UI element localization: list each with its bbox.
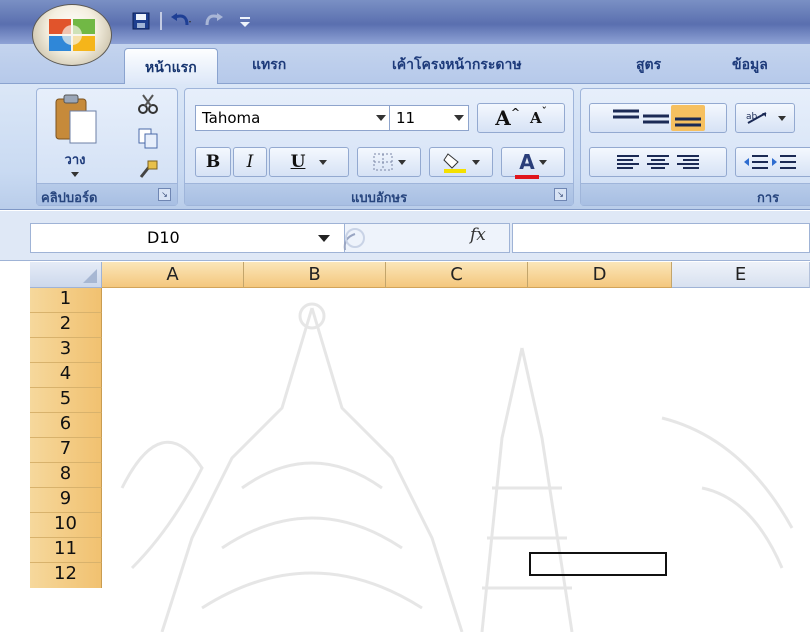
cancel-formula-icon[interactable] [341, 224, 371, 252]
fill-color-button[interactable] [429, 147, 493, 177]
grow-font-button[interactable]: A [495, 106, 511, 130]
office-logo-icon [49, 19, 95, 51]
chevron-down-icon[interactable] [778, 115, 786, 121]
tab-data[interactable]: ข้อมูล [732, 54, 768, 76]
font-color-label: A [519, 150, 535, 174]
quick-access-toolbar [128, 8, 258, 34]
row-header[interactable]: 10 [30, 513, 102, 538]
paste-label: วาง [64, 153, 86, 168]
ribbon: วาง คลิปบอร์ด ↘ Tahoma 11 A ^ A ˇ B I U … [0, 84, 810, 210]
clipboard-group: วาง คลิปบอร์ด ↘ [36, 88, 178, 206]
row-header[interactable]: 6 [30, 413, 102, 438]
borders-icon [373, 153, 393, 171]
formula-bar: D10 fx [0, 211, 810, 261]
font-name-combo[interactable]: Tahoma [195, 105, 391, 131]
row-header[interactable]: 1 [30, 288, 102, 313]
row-header[interactable]: 4 [30, 363, 102, 388]
column-header[interactable]: E [672, 262, 810, 288]
cut-icon[interactable] [137, 93, 161, 117]
column-header[interactable]: A [102, 262, 244, 288]
svg-text:ab: ab [746, 112, 758, 122]
row-header[interactable]: 9 [30, 488, 102, 513]
tab-insert[interactable]: แทรก [252, 54, 286, 76]
paste-button[interactable]: วาง [45, 93, 105, 177]
align-bottom-icon[interactable] [671, 105, 705, 131]
align-right-icon[interactable] [673, 151, 703, 173]
orientation-button[interactable]: ab [735, 103, 795, 133]
title-bar [0, 0, 810, 44]
bold-button[interactable]: B [195, 147, 231, 177]
align-left-icon[interactable] [613, 151, 643, 173]
font-group: Tahoma 11 A ^ A ˇ B I U A แบบอักษร ↘ [184, 88, 574, 206]
font-launcher-icon[interactable]: ↘ [554, 188, 567, 201]
redo-icon[interactable] [200, 10, 226, 32]
decrease-indent-icon[interactable] [742, 151, 770, 173]
spreadsheet-grid: A B C D E 1 2 3 4 5 6 7 8 9 10 11 12 [30, 262, 810, 632]
fill-bucket-icon [443, 153, 466, 173]
font-group-label: แบบอักษร [185, 183, 573, 206]
office-button[interactable] [32, 4, 112, 66]
horizontal-align-buttons [589, 147, 727, 177]
row-header[interactable]: 3 [30, 338, 102, 363]
font-size-buttons: A ^ A ˇ [477, 103, 565, 133]
underline-label: U [290, 152, 306, 172]
column-header[interactable]: C [386, 262, 528, 288]
chevron-down-icon[interactable] [472, 159, 480, 165]
row-header[interactable]: 11 [30, 538, 102, 563]
save-icon[interactable] [128, 10, 154, 32]
indent-buttons [735, 147, 810, 177]
customize-icon[interactable] [232, 10, 258, 32]
increase-indent-icon[interactable] [770, 151, 798, 173]
copy-icon[interactable] [137, 127, 161, 151]
insert-function-button[interactable]: fx [470, 225, 486, 245]
font-size-combo[interactable]: 11 [389, 105, 469, 131]
chevron-down-icon[interactable] [376, 115, 386, 121]
row-header[interactable]: 12 [30, 563, 102, 588]
format-painter-icon[interactable] [137, 159, 161, 183]
chevron-down-icon[interactable] [398, 159, 406, 165]
underline-button[interactable]: U [269, 147, 349, 177]
chevron-down-icon[interactable] [319, 159, 328, 165]
font-color-button[interactable]: A [501, 147, 565, 179]
tab-page-layout[interactable]: เค้าโครงหน้ากระดาษ [392, 54, 522, 76]
formula-input[interactable] [512, 223, 810, 253]
align-top-icon[interactable] [611, 107, 641, 129]
alignment-group-label: การ [581, 183, 810, 206]
clipboard-launcher-icon[interactable]: ↘ [158, 188, 171, 201]
paste-dropdown-icon[interactable] [71, 172, 79, 177]
column-header[interactable]: B [244, 262, 386, 288]
row-header[interactable]: 7 [30, 438, 102, 463]
vertical-align-buttons [589, 103, 727, 133]
borders-button[interactable] [357, 147, 421, 177]
chevron-down-icon[interactable] [454, 115, 464, 121]
name-box[interactable]: D10 [30, 223, 350, 253]
alignment-group: ab การ [580, 88, 810, 206]
select-all-corner[interactable] [30, 262, 102, 288]
tab-home[interactable]: หน้าแรก [124, 48, 218, 85]
sheet-cells[interactable] [102, 288, 810, 632]
row-header[interactable]: 2 [30, 313, 102, 338]
font-size-value: 11 [396, 109, 416, 127]
tab-formulas[interactable]: สูตร [636, 54, 661, 76]
row-header[interactable]: 5 [30, 388, 102, 413]
excel-window: หน้าแรก แทรก เค้าโครงหน้ากระดาษ สูตร ข้อ… [0, 0, 810, 632]
clipboard-group-label: คลิปบอร์ด [37, 183, 177, 206]
font-name-value: Tahoma [202, 109, 261, 127]
shrink-font-button[interactable]: A [530, 109, 542, 127]
toolbar-separator [160, 12, 162, 30]
undo-icon[interactable] [168, 10, 194, 32]
selected-cell-d10[interactable] [529, 552, 667, 576]
column-header[interactable]: D [528, 262, 672, 288]
ribbon-tabs: หน้าแรก แทรก เค้าโครงหน้ากระดาษ สูตร ข้อ… [0, 44, 810, 85]
paste-icon [55, 94, 97, 144]
italic-button[interactable]: I [233, 147, 267, 177]
chevron-down-icon[interactable] [538, 159, 547, 165]
align-middle-icon[interactable] [641, 107, 671, 129]
chevron-down-icon[interactable] [318, 235, 330, 242]
font-color-bar [515, 175, 540, 179]
text-orientation-icon: ab [746, 112, 767, 124]
row-header[interactable]: 8 [30, 463, 102, 488]
align-center-icon[interactable] [643, 151, 673, 173]
